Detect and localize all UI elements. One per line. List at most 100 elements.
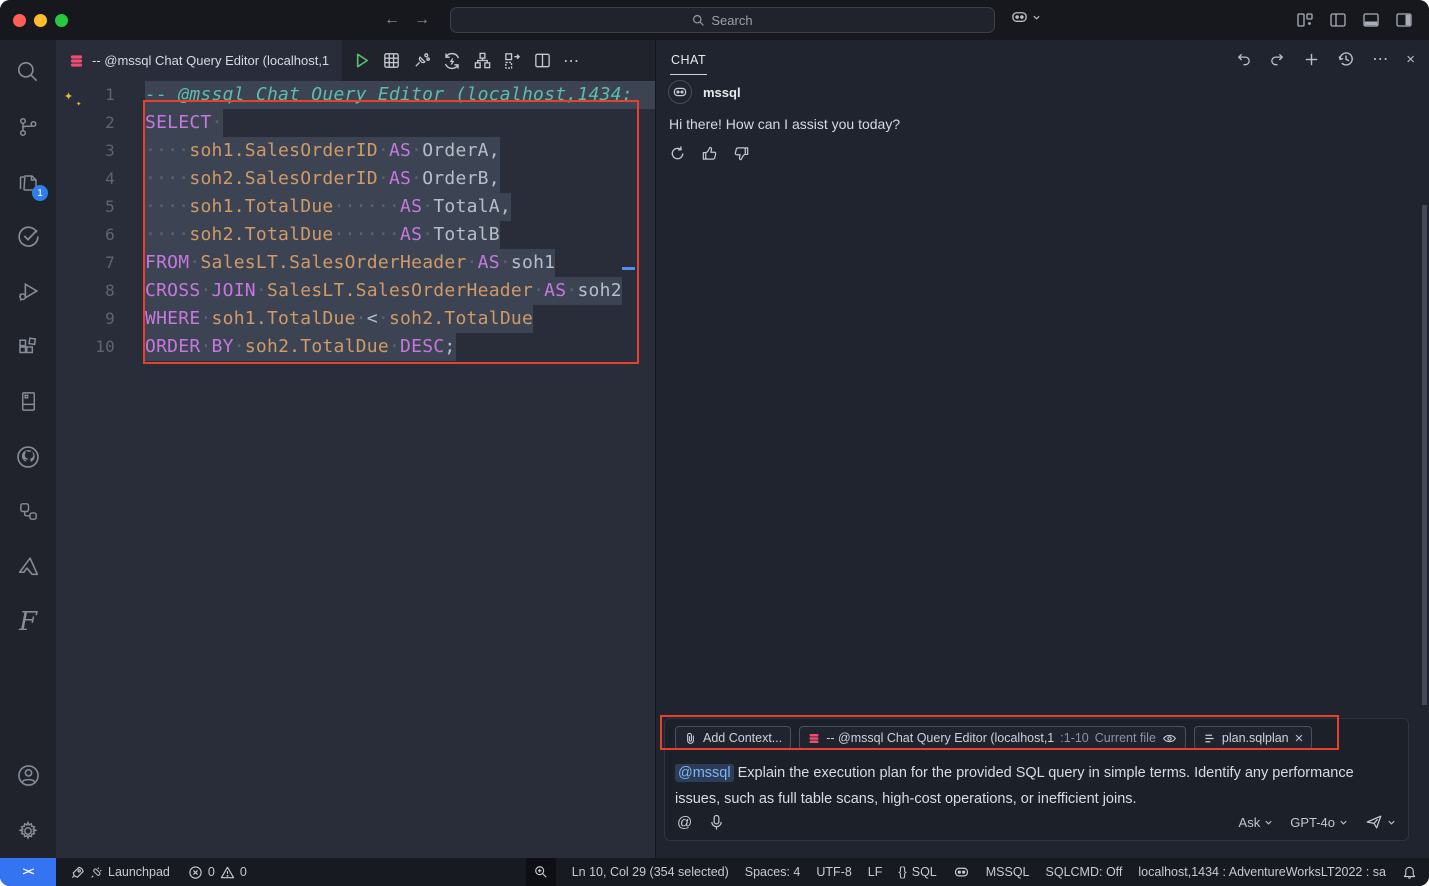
- launchpad-item[interactable]: Launchpad: [70, 865, 170, 880]
- activity-fabric[interactable]: F: [0, 594, 56, 649]
- zoom-indicator[interactable]: [526, 858, 556, 886]
- toggle-secondary-sidebar-icon[interactable]: [1395, 11, 1413, 29]
- results-grid-icon[interactable]: [382, 51, 401, 70]
- activity-search[interactable]: [0, 44, 56, 99]
- language-indicator[interactable]: {}SQL: [898, 865, 936, 879]
- chevron-down-icon: [1032, 13, 1041, 22]
- toggle-panel-icon[interactable]: [1362, 11, 1380, 29]
- mssql-status-item[interactable]: MSSQL: [986, 865, 1030, 879]
- split-editor-icon[interactable]: [533, 51, 552, 70]
- code-line[interactable]: 3····soh1.SalesOrderID·AS·OrderA,: [56, 137, 655, 165]
- code-line[interactable]: 1-- @mssql Chat Query Editor (localhost,…: [56, 81, 655, 109]
- navigate-back-icon[interactable]: ←: [384, 11, 400, 29]
- activity-azure-resources[interactable]: [0, 484, 56, 539]
- editor-tab[interactable]: -- @mssql Chat Query Editor (localhost,1: [56, 40, 342, 81]
- indentation-indicator[interactable]: Spaces: 4: [745, 865, 801, 879]
- plug-icon: [90, 865, 103, 880]
- model-picker[interactable]: GPT-4o: [1290, 815, 1348, 830]
- add-context-chip[interactable]: Add Context...: [675, 726, 791, 750]
- thumbs-down-icon[interactable]: [733, 145, 750, 162]
- copilot-menu[interactable]: [1010, 8, 1041, 27]
- chat-prompt-text[interactable]: @mssql Explain the execution plan for th…: [675, 760, 1375, 812]
- accounts-button[interactable]: [0, 748, 56, 803]
- sqlcmd-status-item[interactable]: SQLCMD: Off: [1046, 865, 1123, 879]
- code-text: CROSS·JOIN·SalesLT.SalesOrderHeader·AS·s…: [145, 277, 622, 305]
- redo-icon[interactable]: [1269, 51, 1286, 68]
- gutter: 3: [56, 137, 145, 165]
- history-icon[interactable]: [1337, 50, 1355, 68]
- code-line[interactable]: 10ORDER·BY·soh2.TotalDue·DESC;: [56, 333, 655, 361]
- plan-file-chip[interactable]: plan.sqlplan ×: [1194, 726, 1312, 750]
- customize-layout-icon[interactable]: [1296, 11, 1314, 29]
- warning-count: 0: [240, 865, 247, 879]
- mode-picker[interactable]: Ask: [1239, 815, 1274, 830]
- code-text: ····soh2.SalesOrderID·AS·OrderB,: [145, 165, 500, 193]
- line-number: 10: [95, 333, 115, 361]
- problems-item[interactable]: 0 0: [188, 865, 247, 880]
- activity-testing[interactable]: [0, 209, 56, 264]
- paperclip-icon: [684, 732, 697, 745]
- activity-explorer[interactable]: 1: [0, 154, 56, 209]
- close-chat-icon[interactable]: ×: [1406, 51, 1415, 68]
- chat-more-icon[interactable]: ⋯: [1372, 49, 1389, 69]
- activity-bar: 1 F: [0, 40, 56, 858]
- change-connection-icon[interactable]: [442, 51, 462, 71]
- copilot-sparkle-icon[interactable]: ✦✦: [64, 81, 73, 109]
- run-query-button[interactable]: [352, 51, 371, 70]
- retry-icon[interactable]: [669, 145, 686, 162]
- code-editor[interactable]: 1-- @mssql Chat Query Editor (localhost,…: [56, 81, 655, 858]
- connection-status-item[interactable]: localhost,1434 : AdventureWorksLT2022 : …: [1138, 865, 1386, 879]
- new-chat-icon[interactable]: [1303, 51, 1320, 68]
- estimated-plan-icon[interactable]: [473, 51, 492, 70]
- more-actions-icon[interactable]: ⋯: [563, 51, 580, 71]
- code-line[interactable]: 8CROSS·JOIN·SalesLT.SalesOrderHeader·AS·…: [56, 277, 655, 305]
- code-line[interactable]: 7FROM·SalesLT.SalesOrderHeader·AS·soh1: [56, 249, 655, 277]
- undo-icon[interactable]: [1235, 51, 1252, 68]
- actual-plan-icon[interactable]: [503, 51, 522, 70]
- remote-indicator[interactable]: ><: [0, 858, 56, 886]
- code-line[interactable]: 4····soh2.SalesOrderID·AS·OrderB,: [56, 165, 655, 193]
- activity-extensions[interactable]: [0, 319, 56, 374]
- navigate-forward-icon[interactable]: →: [414, 11, 430, 29]
- close-window-button[interactable]: [13, 14, 26, 27]
- code-line[interactable]: 5····soh1.TotalDue······AS·TotalA,: [56, 193, 655, 221]
- eye-icon[interactable]: [1162, 732, 1177, 745]
- eol-indicator[interactable]: LF: [868, 865, 883, 879]
- copilot-status-icon[interactable]: [953, 864, 970, 881]
- code-line[interactable]: 9WHERE·soh1.TotalDue·<·soh2.TotalDue: [56, 305, 655, 333]
- thumbs-up-icon[interactable]: [701, 145, 718, 162]
- code-line[interactable]: 6····soh2.TotalDue······AS·TotalB: [56, 221, 655, 249]
- activity-run-debug[interactable]: [0, 264, 56, 319]
- cursor-position[interactable]: Ln 10, Col 29 (354 selected): [572, 865, 729, 879]
- code-line[interactable]: 2SELECT·: [56, 109, 655, 137]
- settings-button[interactable]: [0, 803, 56, 858]
- send-button[interactable]: [1365, 813, 1396, 831]
- chat-scrollbar[interactable]: [1422, 205, 1427, 705]
- plan-chip-label: plan.sqlplan: [1222, 731, 1289, 745]
- mention-button[interactable]: @: [677, 814, 692, 831]
- code-text: SELECT·: [145, 109, 223, 137]
- remove-plan-chip-icon[interactable]: ×: [1295, 730, 1304, 747]
- mssql-mention: @mssql: [675, 764, 734, 782]
- current-file-chip[interactable]: -- @mssql Chat Query Editor (localhost,1…: [799, 726, 1186, 750]
- send-icon: [1365, 813, 1383, 831]
- chat-input-container[interactable]: Add Context... -- @mssql Chat Query Edit…: [664, 718, 1409, 841]
- microphone-icon[interactable]: [709, 814, 724, 831]
- linked-resources-icon: [17, 500, 40, 523]
- launchpad-label: Launchpad: [108, 865, 170, 879]
- encoding-indicator[interactable]: UTF-8: [816, 865, 851, 879]
- activity-azure[interactable]: [0, 539, 56, 594]
- rocket-icon: [70, 865, 85, 880]
- activity-github[interactable]: [0, 429, 56, 484]
- zoom-window-button[interactable]: [55, 14, 68, 27]
- minimize-window-button[interactable]: [34, 14, 47, 27]
- toggle-primary-sidebar-icon[interactable]: [1329, 11, 1347, 29]
- chevron-down-icon: [1264, 818, 1273, 827]
- activity-database-projects[interactable]: [0, 374, 56, 429]
- disconnect-icon[interactable]: [412, 51, 431, 70]
- command-center-search[interactable]: Search: [450, 7, 995, 33]
- activity-source-control[interactable]: [0, 99, 56, 154]
- chat-panel-title[interactable]: CHAT: [670, 43, 707, 75]
- gutter: 6: [56, 221, 145, 249]
- bell-icon[interactable]: [1402, 864, 1417, 880]
